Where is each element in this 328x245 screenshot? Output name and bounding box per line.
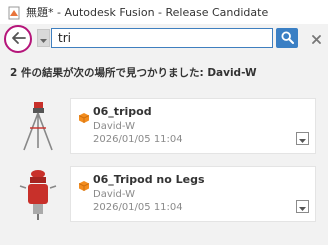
result-card[interactable]: 06_tripod David-W 2026/01/05 11:04 — [70, 98, 316, 154]
search-scope-dropdown[interactable] — [37, 29, 50, 47]
close-icon — [311, 29, 321, 48]
fusion-file-icon — [7, 5, 21, 20]
title-bar: 無題* - Autodesk Fusion - Release Candidat… — [0, 0, 328, 24]
item-name: 06_Tripod no Legs — [93, 173, 205, 186]
item-date: 2026/01/05 11:04 — [93, 202, 183, 213]
component-cube-icon — [78, 176, 90, 191]
tripod-thumbnail — [16, 98, 60, 154]
component-cube-icon — [78, 108, 90, 123]
clear-search-button[interactable] — [309, 31, 323, 45]
result-summary: 2 件の結果が次の場所で見つかりました: David-W — [10, 67, 257, 79]
search-button[interactable] — [276, 28, 298, 48]
list-item[interactable]: 06_tripod David-W 2026/01/05 11:04 — [16, 98, 316, 154]
chevron-down-icon — [299, 197, 306, 216]
item-name: 06_tripod — [93, 105, 152, 118]
fusion-data-panel: 無題* - Autodesk Fusion - Release Candidat… — [0, 0, 328, 245]
magnifier-icon — [280, 29, 294, 48]
search-input[interactable] — [51, 28, 273, 48]
arrow-left-icon — [10, 30, 26, 49]
back-button[interactable] — [4, 25, 32, 53]
item-owner: David-W — [93, 121, 135, 132]
window-title: 無題* - Autodesk Fusion - Release Candidat… — [26, 6, 269, 19]
item-date: 2026/01/05 11:04 — [93, 134, 183, 145]
list-item[interactable]: 06_Tripod no Legs David-W 2026/01/05 11:… — [16, 166, 316, 222]
chevron-down-icon — [40, 29, 47, 48]
item-owner: David-W — [93, 189, 135, 200]
tripod-no-legs-thumbnail — [16, 166, 60, 222]
item-menu-button[interactable] — [296, 200, 309, 213]
result-card[interactable]: 06_Tripod no Legs David-W 2026/01/05 11:… — [70, 166, 316, 222]
item-menu-button[interactable] — [296, 132, 309, 145]
chevron-down-icon — [299, 129, 306, 148]
